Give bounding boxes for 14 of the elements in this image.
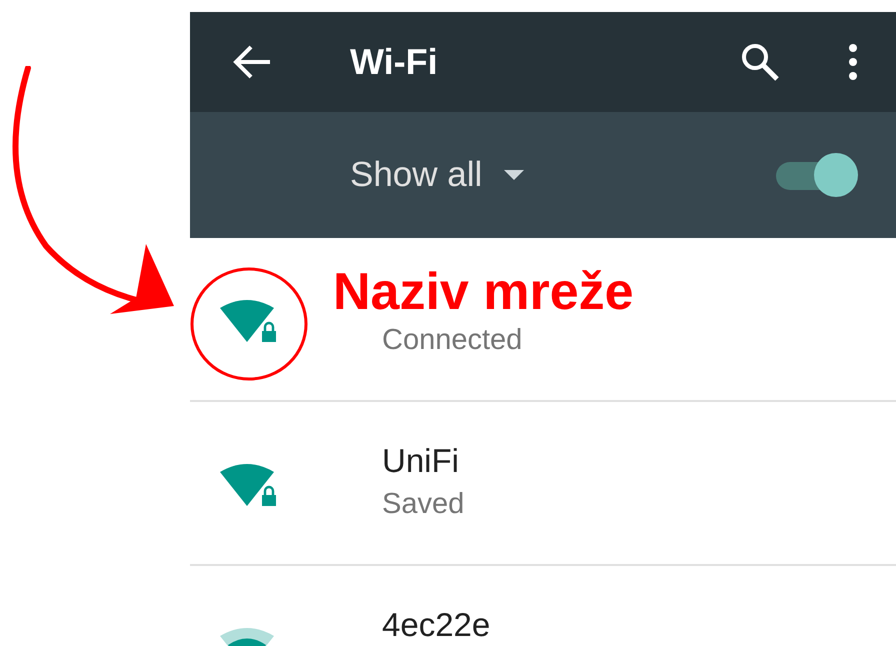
back-arrow-icon[interactable]: [232, 44, 272, 80]
network-name: UniFi: [382, 442, 460, 480]
search-icon[interactable]: [740, 42, 780, 82]
caret-icon: [504, 170, 524, 180]
network-status: Saved: [382, 488, 464, 521]
wifi-toggle[interactable]: [776, 152, 858, 198]
more-options-icon[interactable]: [848, 44, 858, 80]
show-all-dropdown[interactable]: Show all: [350, 155, 776, 195]
network-status: Connected: [382, 324, 522, 357]
network-name: 4ec22e: [382, 606, 490, 644]
annotation-label: Naziv mreže: [333, 262, 634, 322]
screen-title: Wi-Fi: [350, 41, 439, 83]
network-item[interactable]: UniFi Saved: [190, 402, 896, 566]
network-item[interactable]: 4ec22e: [190, 566, 896, 646]
